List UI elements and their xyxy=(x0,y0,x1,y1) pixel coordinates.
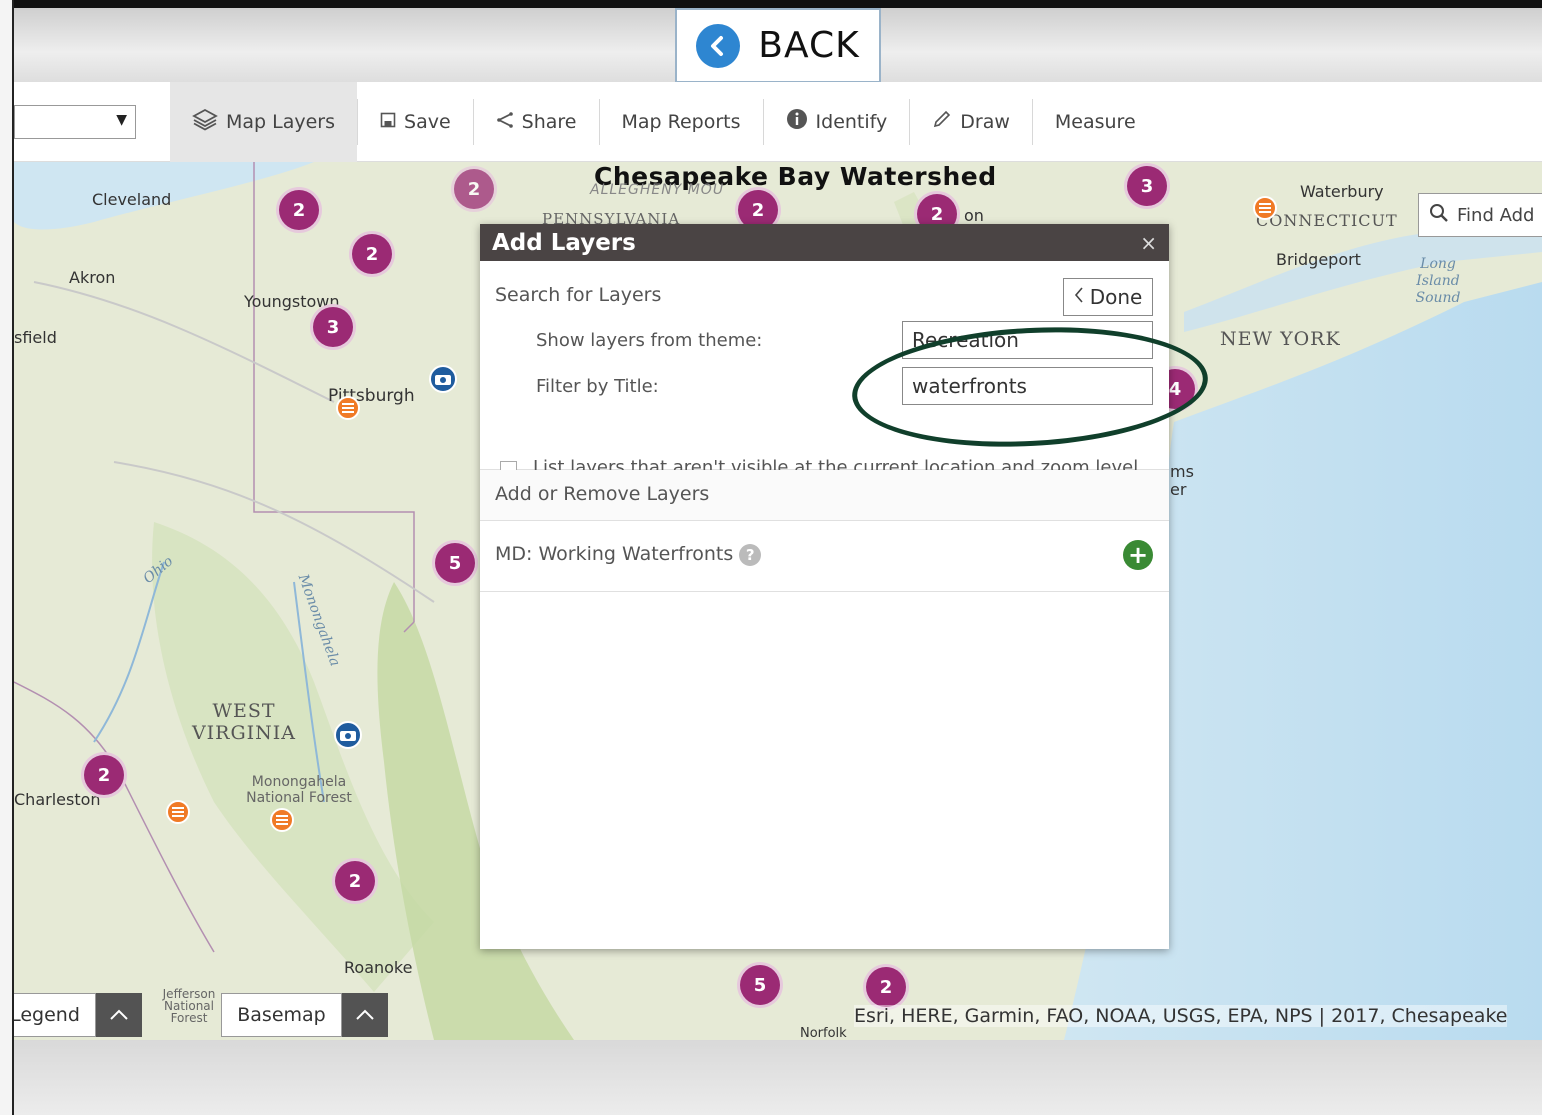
search-heading: Search for Layers xyxy=(495,284,662,306)
place-label: ms xyxy=(1170,462,1194,481)
forest-label: Jefferson National Forest xyxy=(162,987,216,1025)
info-icon xyxy=(786,108,808,135)
search-icon xyxy=(1429,203,1449,228)
draw-label: Draw xyxy=(960,110,1010,133)
water-label: Long Island Sound xyxy=(1415,256,1461,306)
left-window-edge xyxy=(0,0,14,1115)
back-label: BACK xyxy=(758,25,860,66)
state-label: CONNECTICUT xyxy=(1256,211,1398,230)
list-icon[interactable] xyxy=(270,808,294,832)
identify-button[interactable]: Identify xyxy=(764,82,910,162)
city-label: Waterbury xyxy=(1300,182,1384,201)
legend-expand-button[interactable] xyxy=(96,993,142,1037)
dialog-header: Add Layers × xyxy=(480,224,1169,261)
close-icon[interactable]: × xyxy=(1140,231,1157,255)
add-remove-heading: Add or Remove Layers xyxy=(495,483,710,505)
city-label: Charleston xyxy=(14,790,101,809)
dropdown-arrow-icon: ▼ xyxy=(116,111,127,128)
done-label: Done xyxy=(1089,285,1143,309)
list-icon[interactable] xyxy=(166,800,190,824)
cluster-marker[interactable]: 2 xyxy=(863,964,909,1010)
done-button[interactable]: Done xyxy=(1063,278,1153,316)
city-label: Bridgeport xyxy=(1276,250,1361,269)
add-layers-dialog: Add Layers × Search for Layers Done Show… xyxy=(480,224,1169,949)
cluster-marker[interactable]: 3 xyxy=(310,304,356,350)
add-remove-section: Add or Remove Layers xyxy=(480,470,1169,521)
cluster-marker[interactable]: 5 xyxy=(737,962,783,1008)
help-icon[interactable]: ? xyxy=(739,543,762,566)
bottom-bar xyxy=(0,1040,1542,1115)
basemap-button[interactable]: Basemap xyxy=(221,993,342,1037)
city-label: Roanoke xyxy=(344,958,413,977)
cluster-marker[interactable]: 2 xyxy=(81,752,127,798)
theme-select[interactable] xyxy=(902,321,1153,359)
draw-button[interactable]: Draw xyxy=(910,82,1032,162)
city-label: Cleveland xyxy=(92,190,172,209)
chevron-up-icon xyxy=(355,1006,375,1025)
legend-label: Legend xyxy=(14,1004,80,1026)
layer-name: MD: Working Waterfronts xyxy=(495,543,734,565)
dialog-title: Add Layers xyxy=(492,229,636,256)
save-label: Save xyxy=(404,110,451,133)
camera-icon[interactable] xyxy=(429,365,457,393)
map-layers-button[interactable]: Map Layers xyxy=(170,81,358,162)
city-label: on xyxy=(964,206,984,225)
state-label: NEW YORK xyxy=(1220,328,1341,350)
back-button[interactable]: BACK xyxy=(675,8,881,83)
share-label: Share xyxy=(521,110,577,133)
city-label: sfield xyxy=(14,328,57,347)
region-label: ALLEGHENY MOU xyxy=(590,182,725,198)
place-label: er xyxy=(1170,480,1187,499)
list-icon[interactable] xyxy=(1253,196,1277,220)
search-layers-section: Search for Layers Done Show layers from … xyxy=(480,261,1169,478)
save-icon xyxy=(380,111,396,133)
save-button[interactable]: Save xyxy=(358,82,473,162)
theme-label: Show layers from theme: xyxy=(536,330,763,351)
cluster-marker[interactable]: 2 xyxy=(451,166,497,212)
map-select-dropdown[interactable]: ▼ xyxy=(14,104,136,139)
state-label: WEST VIRGINIA xyxy=(191,700,297,744)
list-icon[interactable] xyxy=(336,396,360,420)
cluster-marker[interactable]: 5 xyxy=(432,540,478,586)
plus-icon[interactable]: + xyxy=(1123,540,1153,570)
cluster-marker[interactable]: 3 xyxy=(1124,163,1170,209)
city-label: Norfolk xyxy=(800,1026,847,1040)
pencil-icon xyxy=(932,109,952,134)
find-address-input[interactable]: Find Add xyxy=(1418,193,1542,237)
forest-label: Monongahela National Forest xyxy=(246,774,352,806)
layer-item: MD: Working Waterfronts? + xyxy=(480,521,1169,592)
map-layers-label: Map Layers xyxy=(226,110,336,133)
identify-label: Identify xyxy=(815,110,888,133)
layers-icon xyxy=(192,107,218,136)
map-toolbar: ▼ Map Layers Save Share Map Reports Iden… xyxy=(14,81,1542,162)
chevron-up-icon xyxy=(109,1006,129,1025)
filter-label: Filter by Title: xyxy=(536,376,659,397)
chevron-left-icon xyxy=(1074,285,1084,309)
city-label: Akron xyxy=(69,268,116,287)
map-reports-label: Map Reports xyxy=(621,110,741,133)
filter-title-input[interactable] xyxy=(902,367,1153,405)
share-button[interactable]: Share xyxy=(474,82,599,162)
basemap-label: Basemap xyxy=(237,1004,326,1026)
share-icon xyxy=(496,111,514,133)
map-attribution: Esri, HERE, Garmin, FAO, NOAA, USGS, EPA… xyxy=(854,1005,1508,1027)
map-reports-button[interactable]: Map Reports xyxy=(600,82,763,162)
find-address-placeholder: Find Add xyxy=(1457,204,1535,226)
basemap-expand-button[interactable] xyxy=(342,993,388,1037)
measure-button[interactable]: Measure xyxy=(1033,82,1158,162)
back-chevron-icon xyxy=(696,23,741,68)
layer-item-row: MD: Working Waterfronts? xyxy=(495,543,762,566)
cluster-marker[interactable]: 2 xyxy=(349,231,395,277)
cluster-marker[interactable]: 2 xyxy=(276,187,322,233)
cluster-marker[interactable]: 2 xyxy=(332,858,378,904)
legend-button[interactable]: Legend xyxy=(14,993,96,1037)
camera-icon[interactable] xyxy=(334,721,362,749)
measure-label: Measure xyxy=(1054,110,1136,133)
